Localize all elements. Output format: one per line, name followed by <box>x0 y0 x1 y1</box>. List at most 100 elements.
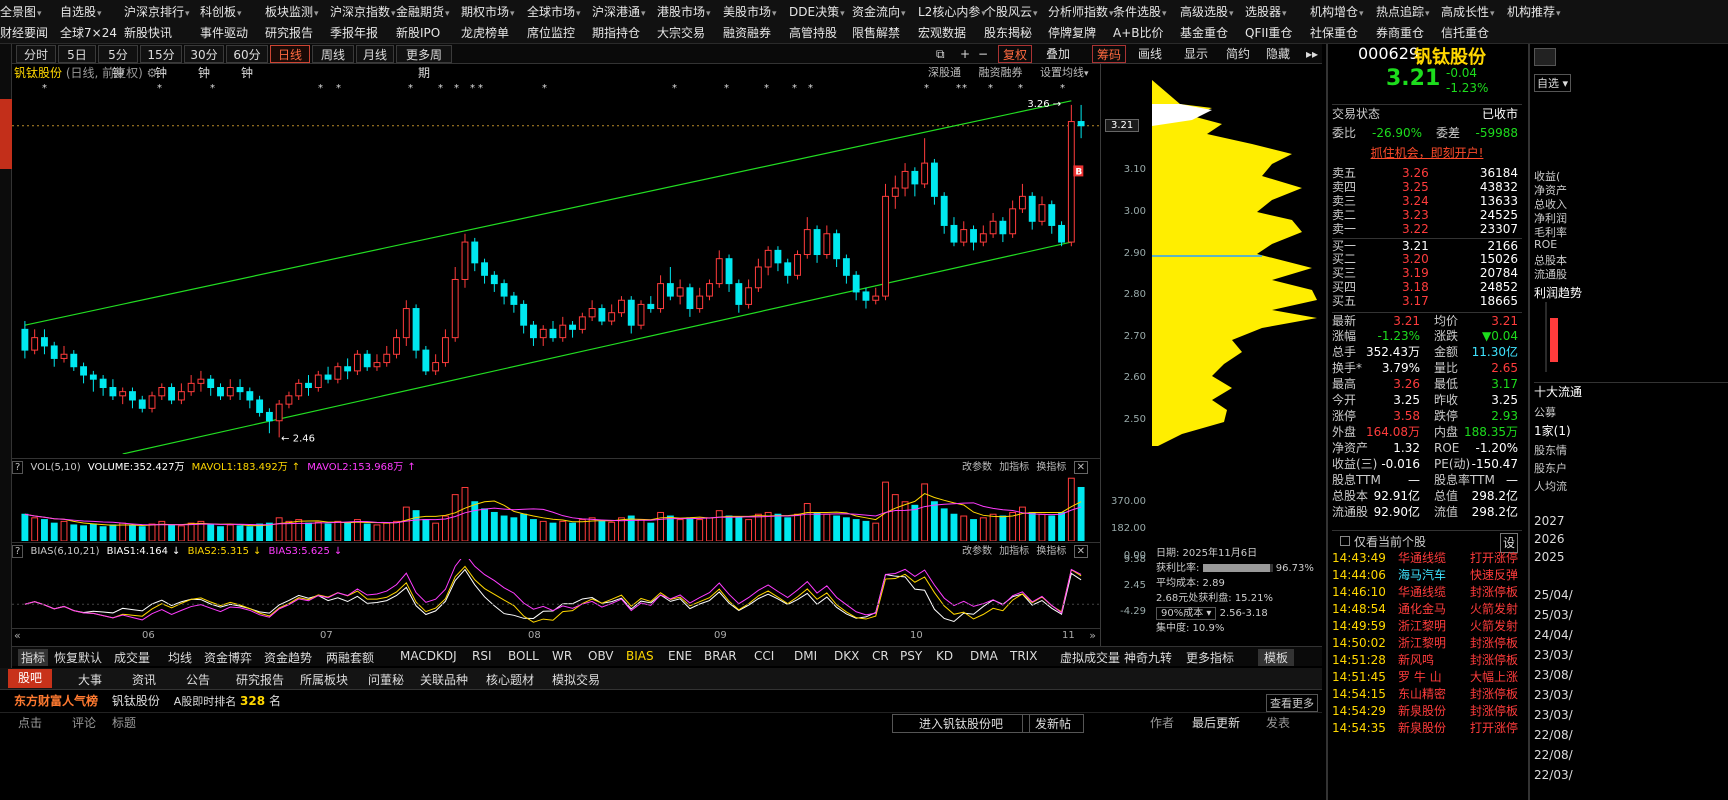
indicator-tab[interactable]: RSI <box>472 649 492 663</box>
menu-item[interactable]: 融资融券 <box>723 24 772 41</box>
side-tab-active[interactable] <box>0 99 12 169</box>
menu-item[interactable]: 期权市场 <box>461 3 515 20</box>
menu-item[interactable]: 全球7×24 <box>60 24 118 41</box>
alert-row[interactable]: 14:54:35 新泉股份 打开涨停 <box>1332 720 1522 737</box>
menu-item[interactable]: 社保重仓 <box>1310 24 1359 41</box>
event-marker[interactable]: * <box>157 83 162 94</box>
period-button[interactable]: 日线 <box>270 45 310 63</box>
menu-item[interactable]: 沪深京指数 <box>330 3 396 20</box>
indicator-tab[interactable]: DMA <box>970 649 998 663</box>
indicator-tab[interactable]: 模板 <box>1258 649 1295 666</box>
toolbar-3[interactable]: 画线 <box>1134 45 1166 63</box>
indicator-tab[interactable]: 神奇九转 <box>1124 649 1172 666</box>
period-button[interactable]: 月线 <box>356 45 394 63</box>
menu-item[interactable]: 板块监测 <box>265 3 319 20</box>
menu-item[interactable]: 席位监控 <box>527 24 576 41</box>
event-marker[interactable]: * <box>962 83 967 94</box>
indicator-tab[interactable]: BRAR <box>704 649 737 663</box>
bid-row[interactable]: 买三 3.19 20784 <box>1332 266 1522 280</box>
indicator-tab[interactable]: OBV <box>588 649 614 663</box>
menu-item[interactable]: 沪深京排行 <box>124 3 190 20</box>
indicator-tab[interactable]: KDJ <box>436 649 457 663</box>
copy-icon[interactable]: ⧉ <box>932 45 949 63</box>
alert-row[interactable]: 14:46:10 华通线缆 封涨停板 <box>1332 584 1522 601</box>
bias-change-indicator[interactable]: 换指标 <box>1036 546 1066 557</box>
expand-icon[interactable]: ▸▸ <box>1302 45 1322 63</box>
menu-item[interactable]: 科创板 <box>200 3 242 20</box>
checkbox[interactable] <box>1340 536 1350 546</box>
ask-row[interactable]: 卖五 3.26 36184 <box>1332 166 1522 180</box>
view-more-button[interactable]: 查看更多 <box>1266 694 1318 712</box>
event-marker[interactable]: * <box>336 83 341 94</box>
link-sgt[interactable]: 深股通 <box>928 66 961 79</box>
period-button[interactable]: 5日 <box>58 45 96 63</box>
bottom-tab[interactable]: 核心题材 <box>486 671 534 688</box>
tool-button[interactable] <box>1534 48 1556 66</box>
enter-forum-button[interactable]: 进入钒钛股份吧 <box>892 714 1031 733</box>
indicator-tab[interactable]: ENE <box>668 649 692 663</box>
alert-row[interactable]: 14:51:28 新风鸣 封涨停板 <box>1332 652 1522 669</box>
indicator-tab[interactable]: PSY <box>900 649 922 663</box>
vol-edit-params[interactable]: 改参数 <box>962 462 992 473</box>
indicator-tab[interactable]: 虚拟成交量 <box>1060 649 1120 666</box>
close-icon[interactable]: ✕ <box>1073 545 1088 558</box>
menu-item[interactable]: 季报年报 <box>330 24 379 41</box>
menu-item[interactable]: 限售解禁 <box>852 24 901 41</box>
period-button[interactable]: 更多周期 <box>396 45 452 80</box>
event-marker[interactable]: * <box>438 83 443 94</box>
menu-item[interactable]: 沪深港通 <box>592 3 646 20</box>
indicator-tab[interactable]: TRIX <box>1010 649 1037 663</box>
scroll-left-icon[interactable]: « <box>14 629 21 642</box>
menu-item[interactable]: 股东揭秘 <box>984 24 1033 41</box>
indicator-tab[interactable]: WR <box>552 649 572 663</box>
indicator-tab[interactable]: MACD <box>400 649 436 663</box>
toolbar-4[interactable]: 显示 <box>1180 45 1212 63</box>
period-button[interactable]: 周线 <box>312 45 354 63</box>
event-marker[interactable]: * <box>764 83 769 94</box>
alert-row[interactable]: 14:48:54 通化金马 火箭发射 <box>1332 601 1522 618</box>
indicator-tab[interactable]: KD <box>936 649 953 663</box>
indicator-tab[interactable]: 资金博弈 <box>204 649 252 666</box>
menu-item[interactable]: 高成长性 <box>1441 3 1495 20</box>
menu-item[interactable]: 信托重仓 <box>1441 24 1490 41</box>
event-marker[interactable]: * <box>956 83 961 94</box>
bottom-tab[interactable]: 公告 <box>186 671 210 688</box>
toolbar-6[interactable]: 隐藏 <box>1262 45 1294 63</box>
menu-item[interactable]: DDE决策 <box>789 3 845 20</box>
menu-item[interactable]: 条件选股 <box>1113 3 1167 20</box>
menu-item[interactable]: 选股器 <box>1245 3 1287 20</box>
menu-item[interactable]: 期指持仓 <box>592 24 641 41</box>
menu-item[interactable]: QFII重仓 <box>1245 24 1293 41</box>
vol-change-indicator[interactable]: 换指标 <box>1036 462 1066 473</box>
menu-item[interactable]: 美股市场 <box>723 3 777 20</box>
menu-item[interactable]: 券商重仓 <box>1376 24 1425 41</box>
event-marker[interactable]: * <box>478 83 483 94</box>
menu-item[interactable]: 机构推荐 <box>1507 3 1561 20</box>
period-button[interactable]: 15分钟 <box>140 45 182 80</box>
indicator-tab[interactable]: CCI <box>754 649 774 663</box>
menu-item[interactable]: 研究报告 <box>265 24 314 41</box>
promo-link[interactable]: 抓住机会，即刻开户! <box>1332 144 1522 162</box>
close-icon[interactable]: ✕ <box>1073 461 1088 474</box>
toolbar-0[interactable]: 复权 <box>998 45 1033 63</box>
minus-icon[interactable]: − <box>974 45 992 63</box>
period-button[interactable]: 30分钟 <box>184 45 224 80</box>
menu-item[interactable]: 分析师指数 <box>1048 3 1114 20</box>
event-marker[interactable]: * <box>542 83 547 94</box>
menu-item[interactable]: 资金流向 <box>852 3 906 20</box>
bottom-tab[interactable]: 模拟交易 <box>552 671 600 688</box>
indicator-tab[interactable]: DKX <box>834 649 859 663</box>
ask-row[interactable]: 卖一 3.22 23307 <box>1332 222 1522 236</box>
indicator-tab[interactable]: 指标 <box>18 649 49 666</box>
indicator-tab[interactable]: 资金趋势 <box>264 649 312 666</box>
indicator-tab[interactable]: 成交量 <box>114 649 150 666</box>
event-marker[interactable]: * <box>808 83 813 94</box>
menu-item[interactable]: 新股快讯 <box>124 24 173 41</box>
bid-row[interactable]: 买五 3.17 18665 <box>1332 294 1522 308</box>
menu-item[interactable]: 港股市场 <box>657 3 711 20</box>
indicator-tab[interactable]: BOLL <box>508 649 539 663</box>
event-marker[interactable]: * <box>42 83 47 94</box>
menu-item[interactable]: 机构增仓 <box>1310 3 1364 20</box>
bottom-tab[interactable]: 研究报告 <box>236 671 284 688</box>
bottom-tab[interactable]: 大事 <box>78 671 102 688</box>
